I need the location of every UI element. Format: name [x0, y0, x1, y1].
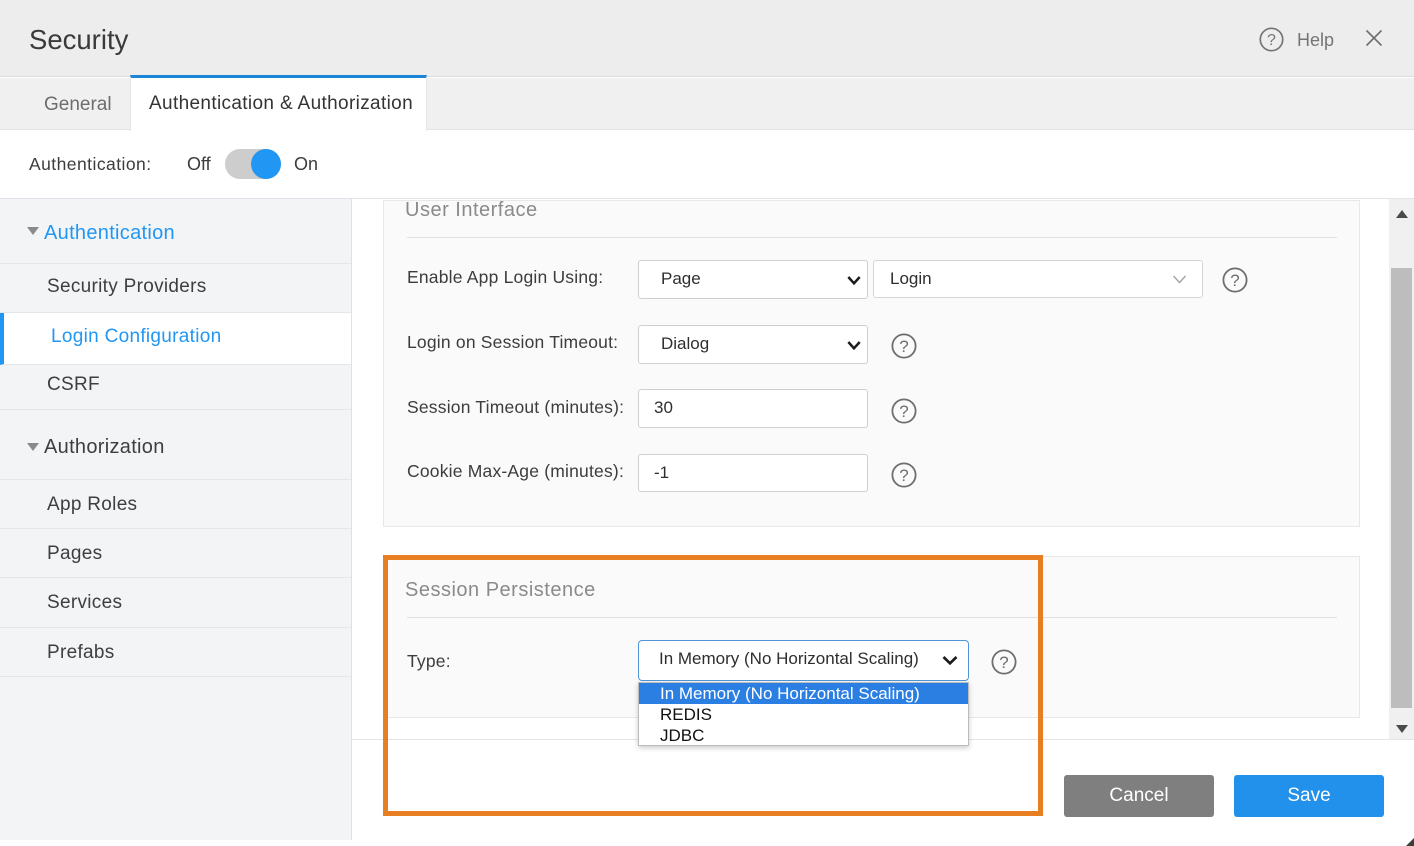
svg-text:?: ? — [1230, 271, 1239, 290]
svg-text:?: ? — [899, 466, 908, 485]
svg-text:?: ? — [1267, 32, 1276, 49]
svg-text:?: ? — [899, 402, 908, 421]
svg-text:?: ? — [899, 337, 908, 356]
